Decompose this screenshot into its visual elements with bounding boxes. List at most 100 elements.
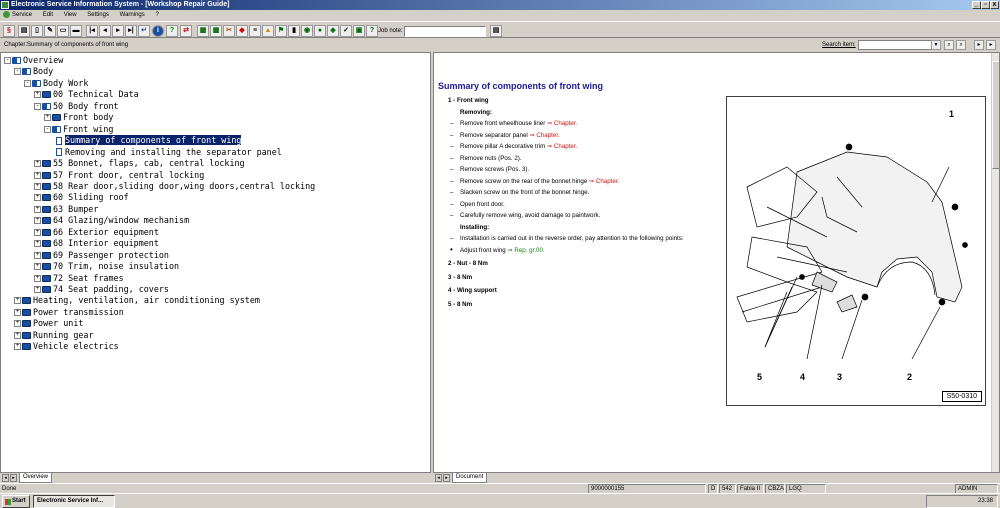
expand-icon[interactable]: + [34, 217, 41, 225]
first-page-icon[interactable]: |◂ [86, 25, 98, 37]
doc-tab-scroll-left-icon[interactable]: ◂ [435, 474, 442, 482]
tree-item[interactable]: +72 Seat frames [34, 273, 124, 284]
menu-settings[interactable]: Settings [87, 12, 109, 18]
tree-item[interactable]: + Power unit [14, 318, 83, 329]
job-note-edit-icon[interactable]: ▤ [490, 25, 502, 37]
collapse-icon[interactable]: - [44, 125, 51, 133]
previous-icon[interactable]: ◂ [99, 25, 111, 37]
checklist-icon[interactable]: ▣ [353, 25, 365, 37]
tree-item[interactable]: +74 Seat padding, covers [34, 284, 169, 295]
tab-overview[interactable]: Overview [19, 473, 53, 483]
tree-item[interactable]: - 50 Body front [34, 101, 119, 112]
menu-edit[interactable]: Edit [43, 12, 53, 18]
green-tool-icon[interactable]: ● [314, 25, 326, 37]
plug-icon[interactable]: ⚑ [275, 25, 287, 37]
diagnosis-icon[interactable]: ◈ [327, 25, 339, 37]
collapse-icon[interactable]: - [4, 57, 11, 64]
expand-icon[interactable]: + [34, 171, 41, 179]
tree-item[interactable]: +57 Front door, central locking [34, 170, 204, 181]
tree-item[interactable]: + Power transmission [14, 307, 124, 318]
expand-icon[interactable]: + [34, 194, 41, 202]
search-find-next-icon[interactable]: ⌕ [956, 40, 966, 50]
collapse-icon[interactable]: - [34, 102, 41, 110]
collapse-icon[interactable]: - [14, 68, 21, 76]
expand-icon[interactable]: + [44, 114, 51, 122]
forward-icon[interactable]: ▸ [986, 40, 996, 50]
start-button[interactable]: Start [2, 495, 30, 508]
exit-icon[interactable]: § [3, 25, 15, 37]
expand-icon[interactable]: + [14, 297, 21, 305]
chapter-link[interactable]: ⇒ Chapter. [529, 132, 559, 139]
expand-icon[interactable]: + [34, 182, 41, 190]
print-icon[interactable]: ▤ [18, 25, 30, 37]
calculator-icon[interactable]: ▦ [197, 25, 209, 37]
tree-item[interactable]: - Body Work [24, 78, 88, 89]
doc-tab-scroll-right-icon[interactable]: ▸ [443, 474, 450, 482]
tree-item[interactable]: + Vehicle electrics [14, 341, 119, 352]
edit-icon[interactable]: ✎ [44, 25, 56, 37]
search-dropdown-icon[interactable]: ▾ [931, 40, 941, 50]
collapse-icon[interactable]: - [24, 79, 31, 87]
question-icon[interactable]: ? [366, 25, 378, 37]
battery-icon[interactable]: ▮ [288, 25, 300, 37]
maximize-button[interactable]: ▫ [981, 1, 990, 9]
tree-item[interactable]: +64 Glazing/window mechanism [34, 215, 189, 226]
expand-icon[interactable]: + [34, 205, 41, 213]
open-icon[interactable]: ▭ [57, 25, 69, 37]
tree-item[interactable]: +60 Sliding roof [34, 192, 129, 203]
tree-item[interactable]: +70 Trim, noise insulation [34, 261, 179, 272]
tree-item[interactable]: +00 Technical Data [34, 89, 139, 100]
tree-item[interactable]: Removing and installing the separator pa… [56, 147, 282, 158]
scrollbar-thumb[interactable] [992, 61, 999, 169]
expand-icon[interactable]: + [34, 251, 41, 259]
expand-icon[interactable]: + [34, 160, 41, 168]
menu-service[interactable]: Service [12, 12, 32, 18]
chapter-link[interactable]: ⇒ Chapter. [547, 120, 577, 127]
last-page-icon[interactable]: ▸| [125, 25, 137, 37]
tree-item[interactable]: - Body [14, 66, 53, 77]
expand-icon[interactable]: + [34, 286, 41, 293]
expand-icon[interactable]: + [34, 240, 41, 248]
tree-item[interactable]: + Heating, ventilation, air conditioning … [14, 295, 260, 306]
tree-item[interactable]: +63 Bumper [34, 204, 98, 215]
adjust-link[interactable]: ⇒ Rep. gr.00. [507, 247, 544, 254]
document-scrollbar[interactable] [991, 53, 999, 472]
tools-icon[interactable]: ✂ [223, 25, 235, 37]
menu-view[interactable]: View [64, 12, 77, 18]
warning-icon[interactable]: ▲ [262, 25, 274, 37]
return-icon[interactable]: ↵ [138, 25, 150, 37]
expand-icon[interactable]: + [34, 274, 41, 282]
expand-icon[interactable]: + [14, 343, 21, 351]
taskbar-esi-app[interactable]: Electronic Service Inf... [33, 495, 115, 508]
tab-document[interactable]: Document [452, 473, 488, 483]
tree-item[interactable]: +68 Interior equipment [34, 238, 159, 249]
close-button[interactable]: x [990, 1, 999, 9]
minimize-button[interactable]: _ [972, 1, 981, 9]
bookmark-icon[interactable]: ▸ [974, 40, 984, 50]
expand-icon[interactable]: + [34, 228, 41, 236]
search-find-icon[interactable]: ⌕ [944, 40, 954, 50]
expand-icon[interactable]: + [14, 331, 21, 339]
tree-item[interactable]: +58 Rear door,sliding door,wing doors,ce… [34, 181, 315, 192]
menu-warnings[interactable]: Warnings [120, 12, 145, 18]
expand-icon[interactable]: + [34, 263, 41, 271]
expand-icon[interactable]: + [34, 91, 41, 99]
vehicle-icon[interactable]: ◉ [301, 25, 313, 37]
document-check-icon[interactable]: ✓ [340, 25, 352, 37]
grid-icon[interactable]: ▦ [210, 25, 222, 37]
new-document-icon[interactable]: ▯ [31, 25, 43, 37]
chapter-link[interactable]: ⇒ Chapter. [589, 178, 619, 185]
expand-icon[interactable]: + [14, 320, 21, 328]
tree-item[interactable]: +66 Exterior equipment [34, 227, 159, 238]
list-icon[interactable]: ≡ [249, 25, 261, 37]
help-icon[interactable]: ? [166, 25, 178, 37]
tree-item[interactable]: + Running gear [14, 330, 94, 341]
info-icon[interactable]: i [152, 25, 164, 37]
tree-item[interactable]: - Front wing [44, 124, 113, 135]
swap-icon[interactable]: ⇄ [180, 25, 192, 37]
tree-item[interactable]: +55 Bonnet, flaps, cab, central locking [34, 158, 245, 169]
tree-item[interactable]: - Overview [4, 55, 63, 66]
tab-scroll-left-icon[interactable]: ◂ [2, 474, 9, 482]
tree-item[interactable]: +69 Passenger protection [34, 250, 169, 261]
car-icon[interactable]: ▬ [70, 25, 82, 37]
